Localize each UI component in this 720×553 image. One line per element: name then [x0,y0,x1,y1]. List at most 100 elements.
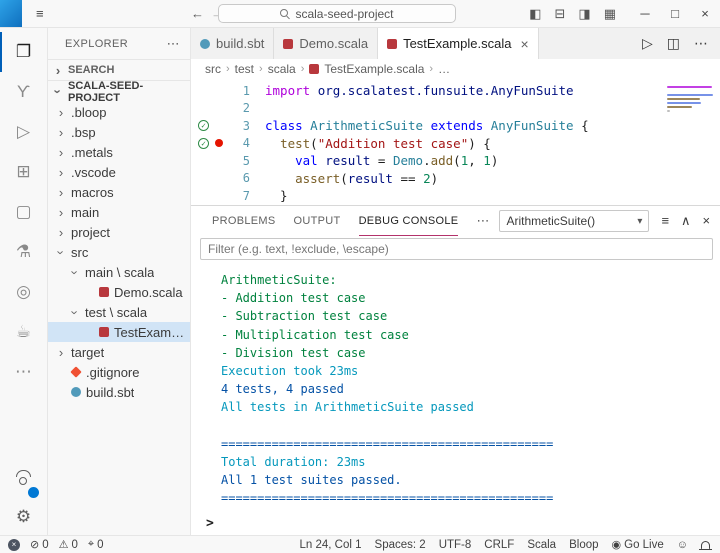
tree-item-main-scala[interactable]: › main \ scala [48,262,190,282]
source-control-icon[interactable]: ϒ [0,72,47,112]
run-debug-icon[interactable]: ▷ [0,112,47,152]
breadcrumb-item[interactable]: TestExample.scala [324,62,424,76]
sidebar-title: EXPLORER [65,37,129,50]
app-logo-icon [0,0,22,27]
status-go-live[interactable]: ◉ Go Live [612,538,664,552]
breadcrumb-item[interactable]: … [438,62,450,76]
tab-demo-scala[interactable]: Demo.scala [274,28,379,59]
panel-tab-debug-console[interactable]: DEBUG CONSOLE [358,206,459,236]
status-notifications[interactable] [699,540,712,550]
gutter-breakpoint-area[interactable] [212,139,226,148]
console-filter-input[interactable] [200,238,713,260]
console-line: - Division test case [221,345,366,360]
tree-item-main[interactable]: › main [48,202,190,222]
status-feedback[interactable]: ☺ [677,539,688,551]
tree-item-demo-scala[interactable]: Demo.scala [48,282,190,302]
scala-file-icon [99,287,109,297]
tree-item-macros[interactable]: › macros [48,182,190,202]
tree-item-build-sbt[interactable]: build.sbt [48,382,190,402]
tab-label: build.sbt [216,36,265,51]
chevron-right-icon: › [58,344,64,360]
filter-icon[interactable]: ≡ [661,213,669,229]
tree-item-metals[interactable]: › .metals [48,142,190,162]
prompt-chevron-icon: > [206,515,214,531]
toggle-secondary-sidebar-icon[interactable]: ◨ [578,6,590,22]
accounts-button[interactable] [15,477,40,499]
tree-item-src[interactable]: › src [48,242,190,262]
warnings-icon: ⚠ [58,539,69,551]
settings-gear-icon[interactable]: ⚙ [16,507,31,527]
status-warnings[interactable]: ⚠ 0 [58,538,78,552]
tree-item-testexample-scala[interactable]: TestExample.scala [48,322,190,342]
test-pass-icon[interactable]: ✓ [198,137,209,149]
close-button[interactable]: × [690,0,720,27]
extensions-icon[interactable]: ⊞ [0,152,47,192]
customize-layout-icon[interactable]: ▦ [604,6,616,22]
back-icon[interactable]: ← [191,6,204,21]
debug-console-prompt[interactable]: > [191,511,720,535]
breadcrumb-item[interactable]: scala [268,62,296,76]
status-encoding[interactable]: UTF-8 [439,539,472,551]
toggle-panel-icon[interactable]: ⊟ [555,6,566,22]
project-root[interactable]: › SCALA-SEED-PROJECT [48,80,190,104]
editor-actions: ▷ ◫ ⋯ [630,28,720,59]
bell-icon [699,541,712,550]
tree-item-label: build.sbt [86,384,135,400]
remote-explorer-icon[interactable]: ▢ [0,192,47,232]
explorer-icon[interactable]: ❐ [0,32,47,72]
minimize-button[interactable]: ─ [630,0,660,27]
status-cursor-position[interactable]: Ln 24, Col 1 [300,539,362,551]
tab-build-sbt[interactable]: build.sbt [191,28,275,59]
debug-session-dropdown[interactable]: ArithmeticSuite() ▾ [499,210,650,232]
minimap[interactable] [663,84,717,116]
power-icon[interactable]: ◎ [0,272,47,312]
console-line: 4 tests, 4 passed [221,382,344,397]
status-remote-indicator[interactable]: × [8,538,20,551]
more-actions-icon[interactable]: ⋯ [694,35,708,52]
test-icon[interactable]: ⚗ [0,232,47,272]
toggle-sidebar-icon[interactable]: ◧ [529,6,541,22]
split-editor-icon[interactable]: ◫ [667,35,680,52]
menu-icon[interactable]: ≡ [36,6,44,21]
panel-tab-problems[interactable]: PROBLEMS [212,206,276,236]
metals-icon[interactable]: ☕ [0,312,47,352]
code-line-3: ✓ 3 class ArithmeticSuite extends AnyFunSu… [191,117,720,135]
maximize-panel-icon[interactable]: ∧ [681,213,691,229]
close-icon[interactable]: × [520,36,528,52]
chevron-right-icon: › [58,224,64,240]
test-pass-icon[interactable]: ✓ [198,120,209,132]
panel-more-icon[interactable]: ⋯ [476,213,489,229]
console-filter-row [191,236,720,265]
maximize-button[interactable]: □ [660,0,690,27]
status-language-mode-label: Scala [527,538,557,551]
close-panel-icon[interactable]: × [703,213,711,229]
tree-item-bloop[interactable]: › .bloop [48,102,190,122]
tree-item-bsp[interactable]: › .bsp [48,122,190,142]
tree-item-target[interactable]: › target [48,342,190,362]
activity-bar-items: ❐ ϒ ▷ ⊞ ▢ ⚗ ◎ ☕ ⋯ [0,32,47,392]
console-line: ========================================… [221,436,554,451]
status-errors[interactable]: ⊘ 0 [30,538,49,552]
panel-tab-output[interactable]: OUTPUT [294,206,341,236]
tree-item-gitignore[interactable]: .gitignore [48,362,190,382]
status-bloop[interactable]: Bloop [569,539,598,551]
status-indentation[interactable]: Spaces: 2 [375,539,426,551]
status-end-of-line[interactable]: CRLF [484,539,514,551]
command-center-search[interactable]: scala-seed-project [218,4,456,23]
tree-item-project[interactable]: › project [48,222,190,242]
tree-item-test-scala[interactable]: › test \ scala [48,302,190,322]
status-bloop-label: Bloop [569,538,599,551]
tab-testexample-scala[interactable]: TestExample.scala × [378,28,539,59]
run-icon[interactable]: ▷ [642,35,653,52]
more-tools-icon[interactable]: ⋯ [0,352,47,392]
status-language-mode[interactable]: Scala [527,539,556,551]
code-editor[interactable]: 1 import org.scalatest.funsuite.AnyFunSui… [191,79,720,205]
breadcrumb-item[interactable]: src [205,62,221,76]
tree-item-vscode[interactable]: › .vscode [48,162,190,182]
gutter-test-status: ✓ [195,120,212,132]
activity-bar: ❐ ϒ ▷ ⊞ ▢ ⚗ ◎ ☕ ⋯ ⚙ [0,28,48,535]
status-ports-forwarded[interactable]: ⌖ 0 [88,538,104,551]
breadcrumb-item[interactable]: test [235,62,254,76]
search-section[interactable]: › SEARCH [48,59,190,80]
more-actions-icon[interactable]: ⋯ [167,36,180,52]
